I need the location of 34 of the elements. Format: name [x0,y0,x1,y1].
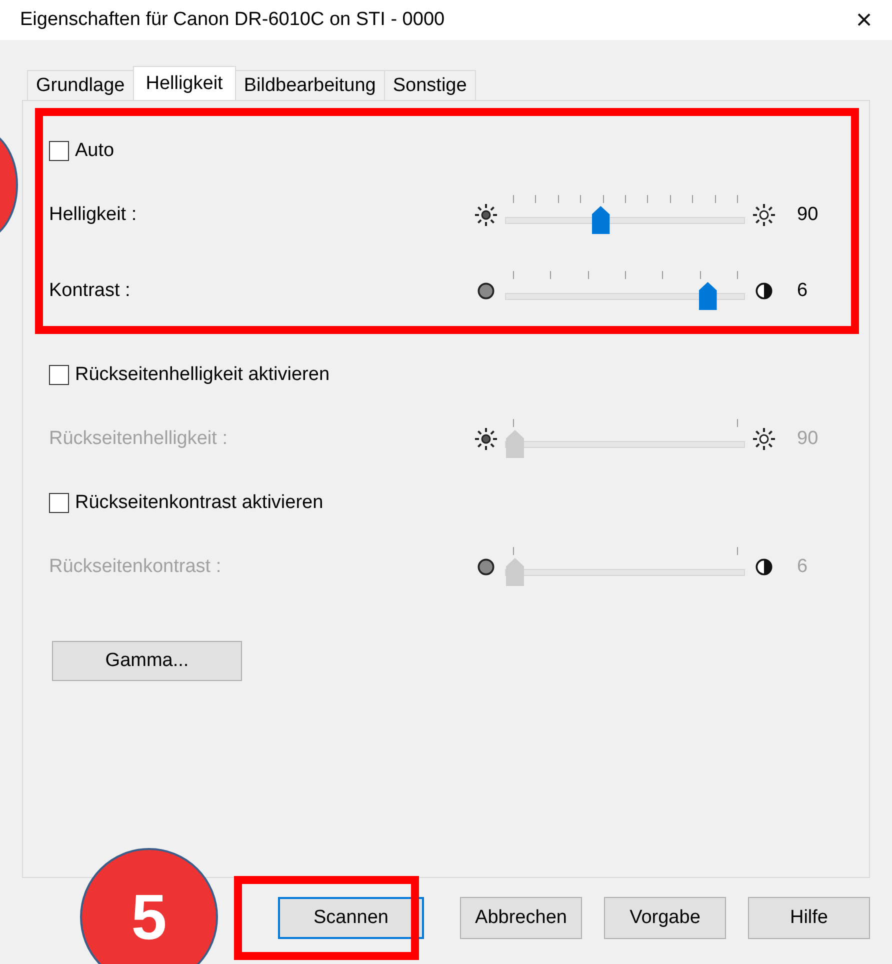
checkbox[interactable] [49,365,69,385]
sun-dim-icon [474,427,498,451]
close-button[interactable]: × [836,0,892,40]
checkbox[interactable] [49,141,69,161]
slider-label: Rückseitenkontrast : [49,556,222,578]
checkbox-label: Auto [75,140,114,162]
slider-label: Rückseitenhelligkeit : [49,428,228,450]
checkbox-label: Rückseitenkontrast aktivieren [75,492,324,514]
checkbox[interactable] [49,493,69,513]
dialog-button[interactable]: Scannen [278,897,424,939]
slider-value: 6 [796,556,809,578]
slider-thumb[interactable] [592,206,610,234]
sun-bright-icon [752,427,776,451]
slider-label: Kontrast : [49,280,132,302]
contrast-high-icon [753,280,775,302]
contrast-low-icon [475,280,497,302]
dialog-button[interactable]: Abbrechen [460,897,582,939]
slider-value: 90 [796,428,820,450]
slider-value: 90 [796,204,820,226]
sun-dim-icon [474,203,498,227]
slider-value: 6 [796,280,809,302]
dialog-button[interactable]: Hilfe [748,897,870,939]
tab[interactable]: Grundlage [27,70,134,100]
slider-thumb[interactable] [698,282,717,310]
slider-label: Helligkeit : [49,204,138,226]
contrast-high-icon [753,556,775,578]
checkbox-label: Rückseitenhelligkeit aktivieren [75,364,330,386]
dialog-button[interactable]: Vorgabe [604,897,726,939]
contrast-low-icon [475,556,497,578]
window-title: Eigenschaften für Canon DR-6010C on STI - 0000 [20,9,445,31]
sun-bright-icon [752,203,776,227]
tab[interactable]: Sonstige [384,70,476,100]
tab[interactable]: Helligkeit [132,66,236,100]
gamma-button[interactable]: Gamma... [52,641,242,681]
